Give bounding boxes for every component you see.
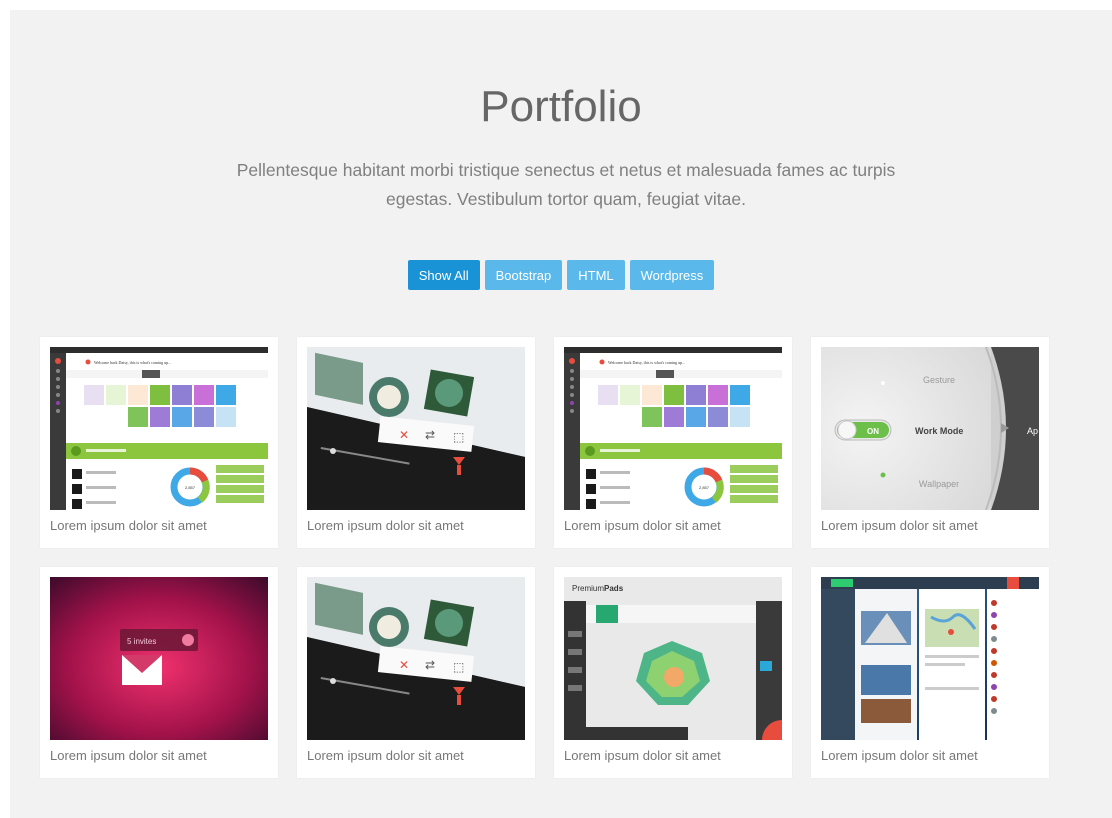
portfolio-item[interactable]: Welcome back Daisy, this is what's comin…	[554, 337, 792, 548]
portfolio-item[interactable]: Lorem ipsum dolor sit amet	[811, 567, 1049, 778]
filter-bar: Show All Bootstrap HTML Wordpress	[10, 260, 1112, 290]
work-mode-dial-image: Gesture Wallpaper ON Work Mode Ap	[821, 347, 1039, 510]
item-caption: Lorem ipsum dolor sit amet	[50, 518, 207, 533]
portfolio-item[interactable]: ✕ ⇄ ⬚ Lorem ipsum dolor sit amet	[297, 567, 535, 778]
svg-text:⇄: ⇄	[425, 658, 435, 672]
svg-text:⬚: ⬚	[453, 660, 464, 674]
filter-bootstrap-button[interactable]: Bootstrap	[484, 260, 563, 290]
item-caption: Lorem ipsum dolor sit amet	[564, 518, 721, 533]
premium-logo-text: PremiumPads	[572, 584, 624, 593]
work-mode-toggle-text: ON	[867, 427, 879, 436]
filter-wordpress-button[interactable]: Wordpress	[629, 260, 715, 290]
invites-envelope-image: 5 invites	[50, 577, 268, 740]
portfolio-section: Portfolio Pellentesque habitant morbi tr…	[10, 10, 1112, 818]
svg-text:✕: ✕	[399, 658, 409, 672]
portfolio-item[interactable]: Welcome back Daisy, this is what's comin…	[40, 337, 278, 548]
donut-value-text: 2,857	[185, 485, 196, 490]
gesture-text: Gesture	[923, 375, 955, 385]
svg-text:✕: ✕	[399, 428, 409, 442]
invites-text: 5 invites	[127, 637, 156, 646]
svg-text:⬚: ⬚	[453, 430, 464, 444]
page-title: Portfolio	[480, 82, 642, 131]
portfolio-item[interactable]: ✕ ⇄ ⬚ Lorem ipsum dolor sit amet	[297, 337, 535, 548]
filter-show-all-button[interactable]: Show All	[407, 260, 480, 290]
portfolio-item[interactable]: PremiumPads Lorem ipsum dolor sit amet	[554, 567, 792, 778]
donut-value-text: 2,857	[699, 485, 710, 490]
music-player-screenshot-image: ✕ ⇄ ⬚	[307, 577, 525, 740]
filter-html-button[interactable]: HTML	[567, 260, 625, 290]
portfolio-item[interactable]: Gesture Wallpaper ON Work Mode Ap Lorem …	[811, 337, 1049, 548]
item-caption: Lorem ipsum dolor sit amet	[564, 748, 721, 763]
dashboard-screenshot-image: Welcome back Daisy, this is what's comin…	[564, 347, 782, 510]
item-caption: Lorem ipsum dolor sit amet	[821, 748, 978, 763]
premiumpods-radar-image: PremiumPads	[564, 577, 782, 740]
dashboard-screenshot-image: Welcome back Daisy, this is what's comin…	[50, 347, 268, 510]
portfolio-item[interactable]: 5 invites Lorem ipsum dolor sit amet	[40, 567, 278, 778]
ap-partial-text: Ap	[1027, 426, 1038, 436]
item-caption: Lorem ipsum dolor sit amet	[821, 518, 978, 533]
social-dashboard-image	[821, 577, 1039, 740]
wallpaper-text: Wallpaper	[919, 479, 959, 489]
item-caption: Lorem ipsum dolor sit amet	[307, 518, 464, 533]
music-player-screenshot-image: ✕ ⇄ ⬚	[307, 347, 525, 510]
page-subtitle: Pellentesque habitant morbi tristique se…	[236, 160, 896, 209]
work-mode-label-text: Work Mode	[915, 426, 963, 436]
item-caption: Lorem ipsum dolor sit amet	[307, 748, 464, 763]
svg-text:⇄: ⇄	[425, 428, 435, 442]
item-caption: Lorem ipsum dolor sit amet	[50, 748, 207, 763]
